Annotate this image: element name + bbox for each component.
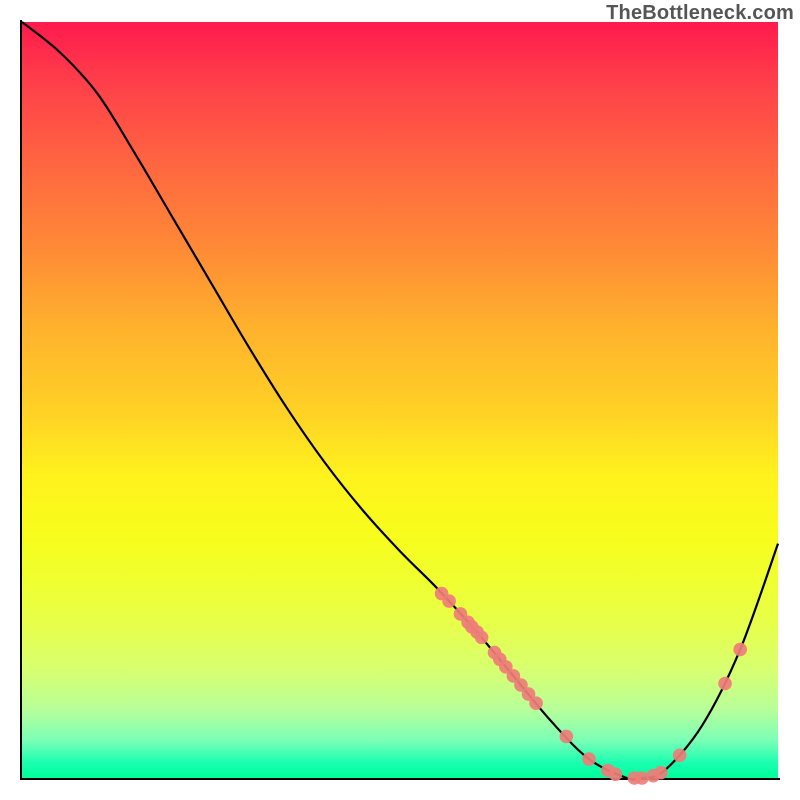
chart-container: TheBottleneck.com [0, 0, 800, 800]
chart-overlay [22, 22, 778, 778]
scatter-dot [529, 696, 543, 710]
scatter-dot [718, 677, 732, 691]
x-axis [20, 778, 780, 780]
watermark-label: TheBottleneck.com [606, 2, 794, 25]
scatter-dot [733, 643, 747, 657]
scatter-dot [654, 766, 668, 780]
scatter-dot [609, 767, 623, 781]
scatter-points [435, 587, 747, 785]
scatter-dot [442, 594, 456, 608]
scatter-dot [673, 749, 687, 763]
scatter-dot [582, 752, 596, 766]
curve-line [22, 22, 778, 780]
scatter-dot [560, 730, 574, 744]
scatter-dot [635, 771, 649, 785]
scatter-dot [475, 631, 489, 645]
